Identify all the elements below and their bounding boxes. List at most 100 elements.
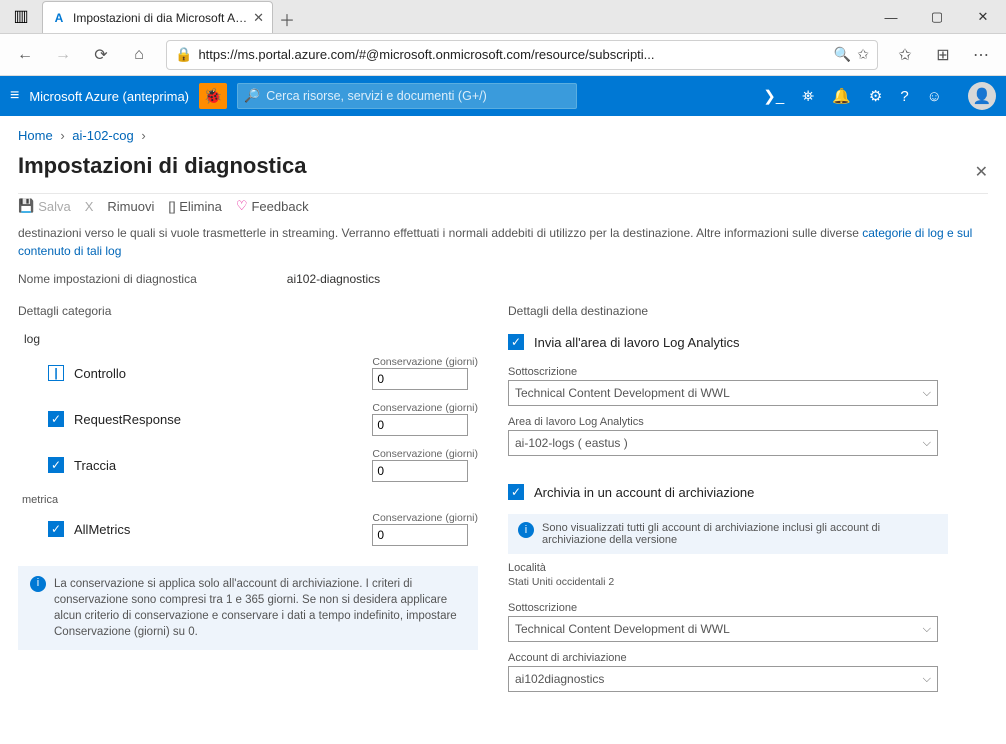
settings-icon[interactable]: ⚙	[869, 87, 882, 105]
feedback-icon[interactable]: ☺	[927, 88, 942, 105]
tab-title: Impostazioni di dia Microsoft A…	[73, 11, 247, 25]
category-row-controllo: | Controllo Conservazione (giorni)	[18, 350, 478, 396]
window-maximize-icon[interactable]: ▢	[914, 1, 960, 33]
page-title: Impostazioni di diagnostica	[18, 151, 306, 193]
lock-icon: 🔒	[175, 46, 192, 63]
workspace-label: Area di lavoro Log Analytics	[508, 406, 988, 430]
cloud-shell-icon[interactable]: ❯_	[763, 87, 784, 105]
checkbox-controllo[interactable]: |	[48, 365, 64, 381]
breadcrumb: Home › ai-102-cog ›	[18, 124, 988, 151]
storage-subscription-dropdown[interactable]: Technical Content Development di WWL ⌵	[508, 616, 938, 642]
browser-tab[interactable]: A Impostazioni di dia Microsoft A… ✕	[42, 1, 273, 33]
log-analytics-label: Invia all'area di lavoro Log Analytics	[534, 335, 740, 350]
storage-account-dropdown[interactable]: ai102diagnostics ⌵	[508, 666, 938, 692]
location-label: Località	[508, 554, 988, 574]
archive-label: Archivia in un account di archiviazione	[534, 485, 754, 500]
workspace-value: ai-102-logs ( eastus )	[515, 436, 628, 450]
retention-label: Conservazione (giorni)	[372, 356, 478, 368]
setting-name-label: Nome impostazioni di diagnostica	[18, 272, 197, 286]
address-bar[interactable]: 🔒 🔍 ✩	[166, 40, 878, 70]
home-button[interactable]: ⌂	[122, 38, 156, 72]
checkbox-log-analytics[interactable]: ✓	[508, 334, 524, 350]
location-value: Stati Uniti occidentali 2	[508, 574, 988, 592]
metric-row-allmetrics: ✓ AllMetrics Conservazione (giorni)	[18, 506, 478, 552]
chevron-down-icon: ⌵	[923, 673, 931, 686]
chevron-down-icon: ⌵	[923, 387, 931, 400]
account-avatar[interactable]: 👤	[968, 82, 996, 110]
category-label: Traccia	[74, 458, 116, 473]
discard-button[interactable]: X	[85, 199, 94, 214]
toolbar: 💾Salva X Rimuovi [] Elimina ♡Feedback	[18, 193, 988, 224]
notifications-icon[interactable]: 🔔	[832, 87, 851, 105]
description-text: destinazioni verso le quali si vuole tra…	[18, 224, 978, 260]
azure-search[interactable]: 🔎	[237, 83, 577, 109]
azure-search-input[interactable]	[266, 89, 570, 103]
subscription-label: Sottoscrizione	[508, 356, 988, 380]
chevron-down-icon: ⌵	[923, 623, 931, 636]
checkbox-allmetrics[interactable]: ✓	[48, 521, 64, 537]
save-button[interactable]: 💾Salva	[18, 198, 71, 214]
window-close-icon[interactable]: ✕	[960, 1, 1006, 33]
remove-button[interactable]: Rimuovi	[107, 199, 154, 214]
subscription-value: Technical Content Development di WWL	[515, 386, 730, 400]
checkbox-requestresponse[interactable]: ✓	[48, 411, 64, 427]
back-button[interactable]: ←	[8, 38, 42, 72]
breadcrumb-home[interactable]: Home	[18, 128, 53, 143]
archive-info-box: i Sono visualizzati tutti gli account di…	[508, 514, 948, 554]
help-icon[interactable]: ?	[900, 88, 908, 105]
url-input[interactable]	[198, 47, 827, 62]
retention-info-box: i La conservazione si applica solo all'a…	[18, 566, 478, 650]
subscription-dropdown[interactable]: Technical Content Development di WWL ⌵	[508, 380, 938, 406]
tabs-left-icon[interactable]: ▥	[0, 0, 42, 33]
delete-button[interactable]: [] Elimina	[168, 199, 221, 214]
retention-input-controllo[interactable]	[372, 368, 468, 390]
checkbox-traccia[interactable]: ✓	[48, 457, 64, 473]
save-icon: 💾	[18, 198, 34, 214]
storage-subscription-label: Sottoscrizione	[508, 592, 988, 616]
category-label: RequestResponse	[74, 412, 181, 427]
refresh-button[interactable]: ⟳	[84, 38, 118, 72]
tab-close-icon[interactable]: ✕	[253, 10, 264, 26]
info-icon: i	[30, 576, 46, 592]
storage-account-label: Account di archiviazione	[508, 642, 988, 666]
retention-info-text: La conservazione si applica solo all'acc…	[54, 576, 466, 640]
info-icon: i	[518, 522, 534, 538]
retention-input-traccia[interactable]	[372, 460, 468, 482]
category-details-header: Dettagli categoria	[18, 300, 478, 328]
breadcrumb-resource[interactable]: ai-102-cog	[72, 128, 133, 143]
retention-label: Conservazione (giorni)	[372, 402, 478, 414]
retention-label: Conservazione (giorni)	[372, 512, 478, 524]
more-button[interactable]: ⋯	[964, 38, 998, 72]
new-tab-button[interactable]: ＋	[273, 5, 301, 33]
search-icon: 🔎	[244, 88, 260, 104]
retention-label: Conservazione (giorni)	[372, 448, 478, 460]
azure-favicon: A	[51, 10, 67, 26]
storage-account-value: ai102diagnostics	[515, 672, 604, 686]
collections-button[interactable]: ⊞	[926, 38, 960, 72]
retention-input-requestresponse[interactable]	[372, 414, 468, 436]
retention-input-allmetrics[interactable]	[372, 524, 468, 546]
workspace-dropdown[interactable]: ai-102-logs ( eastus ) ⌵	[508, 430, 938, 456]
text-size-icon[interactable]: 🔍	[834, 46, 851, 63]
heart-icon: ♡	[236, 198, 248, 214]
forward-button: →	[46, 38, 80, 72]
metric-header: metrica	[18, 488, 478, 506]
setting-name-value: ai102-diagnostics	[287, 272, 380, 286]
log-header: log	[18, 328, 478, 350]
category-row-requestresponse: ✓ RequestResponse Conservazione (giorni)	[18, 396, 478, 442]
hamburger-icon[interactable]: ≡	[10, 87, 19, 105]
report-bug-button[interactable]: 🐞	[199, 83, 227, 109]
azure-brand[interactable]: Microsoft Azure (anteprima)	[29, 89, 189, 104]
directory-icon[interactable]: ⛯	[802, 88, 814, 105]
chevron-down-icon: ⌵	[923, 437, 931, 450]
destination-details-header: Dettagli della destinazione	[508, 300, 988, 328]
favorite-icon[interactable]: ✩	[857, 46, 869, 63]
storage-subscription-value: Technical Content Development di WWL	[515, 622, 730, 636]
metric-label: AllMetrics	[74, 522, 130, 537]
checkbox-archive-storage[interactable]: ✓	[508, 484, 524, 500]
favorites-button[interactable]: ✩	[888, 38, 922, 72]
feedback-button[interactable]: ♡Feedback	[236, 198, 309, 214]
close-blade-icon[interactable]: ✕	[975, 162, 988, 182]
category-row-traccia: ✓ Traccia Conservazione (giorni)	[18, 442, 478, 488]
window-minimize-icon[interactable]: —	[868, 1, 914, 33]
